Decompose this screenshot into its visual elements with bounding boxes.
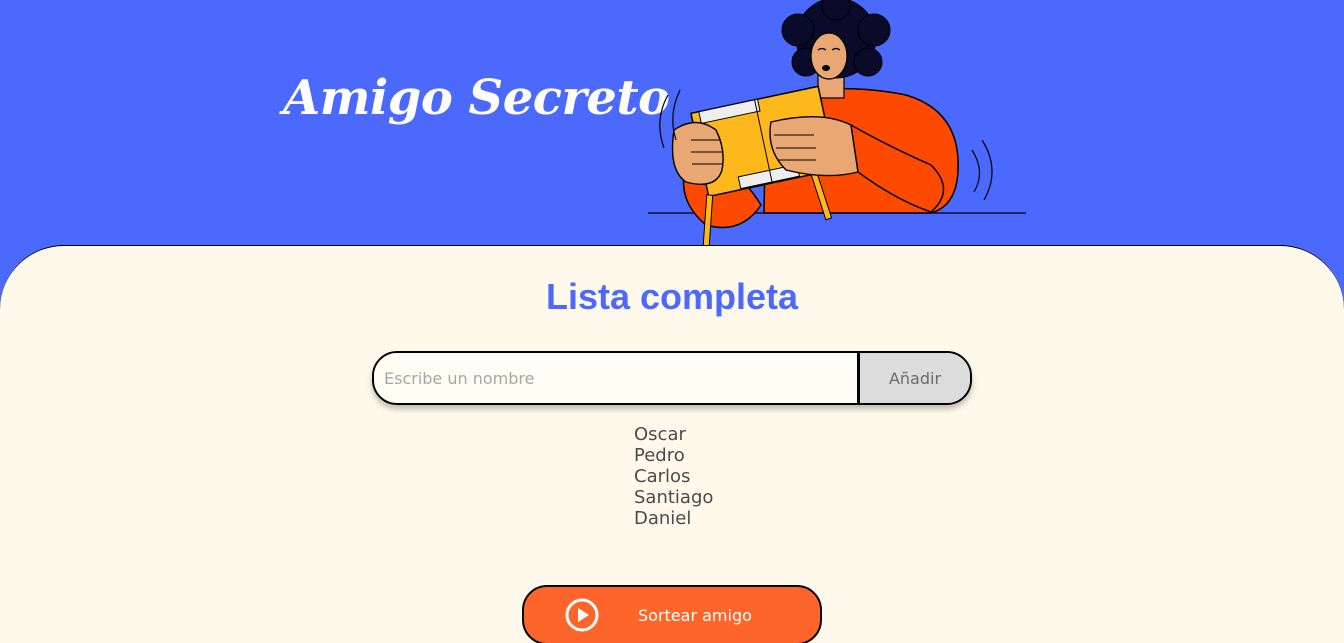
friend-list: Oscar Pedro Carlos Santiago Daniel (634, 424, 713, 529)
friend-list-item: Carlos (634, 466, 691, 487)
draw-friend-label: Sortear amigo (638, 605, 752, 625)
app-title: Amigo Secreto (283, 70, 670, 126)
add-friend-form: Añadir (372, 351, 972, 405)
friend-list-item: Oscar (634, 424, 686, 445)
header: Amigo Secreto (0, 0, 1344, 250)
add-button[interactable]: Añadir (857, 353, 970, 403)
draw-friend-button[interactable]: Sortear amigo (522, 585, 822, 643)
friend-list-item: Santiago (634, 487, 714, 508)
section-title: Lista completa (545, 276, 799, 317)
main-panel: Lista completa Añadir Oscar Pedro Carlos… (0, 245, 1344, 643)
name-input[interactable] (374, 353, 857, 403)
friend-list-item: Pedro (634, 445, 685, 466)
page: Amigo Secreto Lista completa Escribe un … (0, 0, 1344, 643)
person-holding-gift-illustration (648, 0, 1026, 250)
play-circle-icon (565, 598, 599, 632)
friend-list-item: Daniel (634, 508, 692, 529)
